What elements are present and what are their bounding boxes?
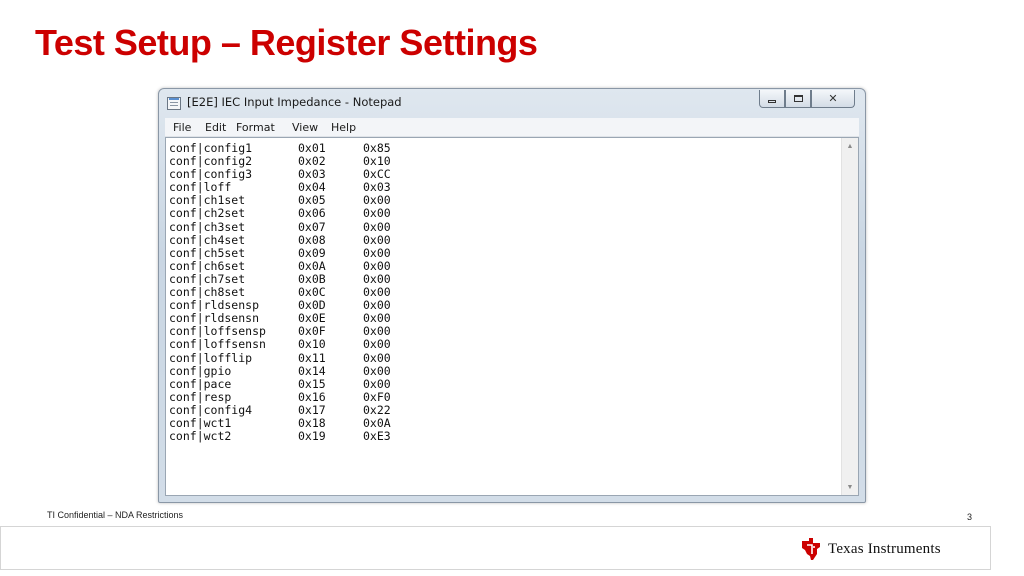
scroll-down-icon[interactable]: ▼ [842,479,858,495]
register-address: 0x06 [298,206,326,221]
notepad-icon [167,97,181,110]
register-address: 0x14 [298,363,326,378]
register-value: 0x00 [363,258,391,273]
register-address: 0x08 [298,232,326,247]
register-value: 0x00 [363,206,391,221]
maximize-button[interactable] [785,90,811,108]
menu-help[interactable]: Help [331,121,356,134]
register-value: 0xF0 [363,389,391,404]
register-value: 0xE3 [363,429,391,444]
logo-wordmark: Texas Instruments [828,540,941,557]
register-name: conf|lofflip [169,350,253,365]
scroll-up-icon[interactable]: ▲ [842,138,858,154]
register-value: 0x00 [363,363,391,378]
menu-edit[interactable]: Edit [205,121,226,134]
register-name: conf|config4 [169,402,253,417]
window-title: [E2E] IEC Input Impedance - Notepad [187,95,402,109]
register-name: conf|ch6set [169,258,246,273]
texas-instruments-logo: Texas Instruments [800,537,941,561]
register-address: 0x07 [298,219,326,234]
register-name: conf|ch3set [169,219,246,234]
menu-view[interactable]: View [292,121,318,134]
register-address: 0x11 [298,350,326,365]
register-name: conf|wct2 [169,429,232,444]
notepad-window[interactable]: [E2E] IEC Input Impedance - Notepad ✕ Fi… [158,88,866,503]
register-name: conf|gpio [169,363,232,378]
register-address: 0x16 [298,389,326,404]
text-editor[interactable]: conf|config1 0x01 0x85 conf|config2 0x02 0x10… [165,137,859,496]
register-value: 0x00 [363,337,391,352]
menu-format[interactable]: Format [236,121,275,134]
vertical-scrollbar[interactable]: ▲ ▼ [841,138,858,495]
page-number: 3 [967,512,973,522]
register-name: conf|ch4set [169,232,246,247]
register-address: 0x17 [298,402,326,417]
register-address: 0x0A [298,258,326,273]
maximize-icon [793,95,803,102]
register-name: conf|ch2set [169,206,246,221]
register-value: 0x00 [363,245,391,260]
register-value: 0x00 [363,232,391,247]
register-name: conf|loffsensn [169,337,266,352]
register-value: 0x00 [363,219,391,234]
menu-bar: File Edit Format View Help [165,118,859,137]
register-name: conf|ch5set [169,245,246,260]
close-icon: ✕ [828,92,838,105]
register-address: 0x09 [298,245,326,260]
register-address: 0x10 [298,337,326,352]
menu-file[interactable]: File [173,121,191,134]
register-name: conf|pace [169,376,232,391]
register-value: 0x00 [363,376,391,391]
footer-confidential: TI Confidential – NDA Restrictions [47,510,184,520]
minimize-button[interactable] [759,90,785,108]
register-value: 0x22 [363,402,391,417]
minimize-icon [768,99,776,103]
slide-title: Test Setup – Register Settings [35,22,538,63]
texas-instruments-logo-icon [802,538,820,560]
register-address: 0x15 [298,376,326,391]
register-value: 0x00 [363,350,391,365]
register-address: 0x19 [298,429,326,444]
close-button[interactable]: ✕ [811,90,855,108]
register-name: conf|resp [169,389,232,404]
window-titlebar[interactable]: [E2E] IEC Input Impedance - Notepad ✕ [159,89,865,117]
